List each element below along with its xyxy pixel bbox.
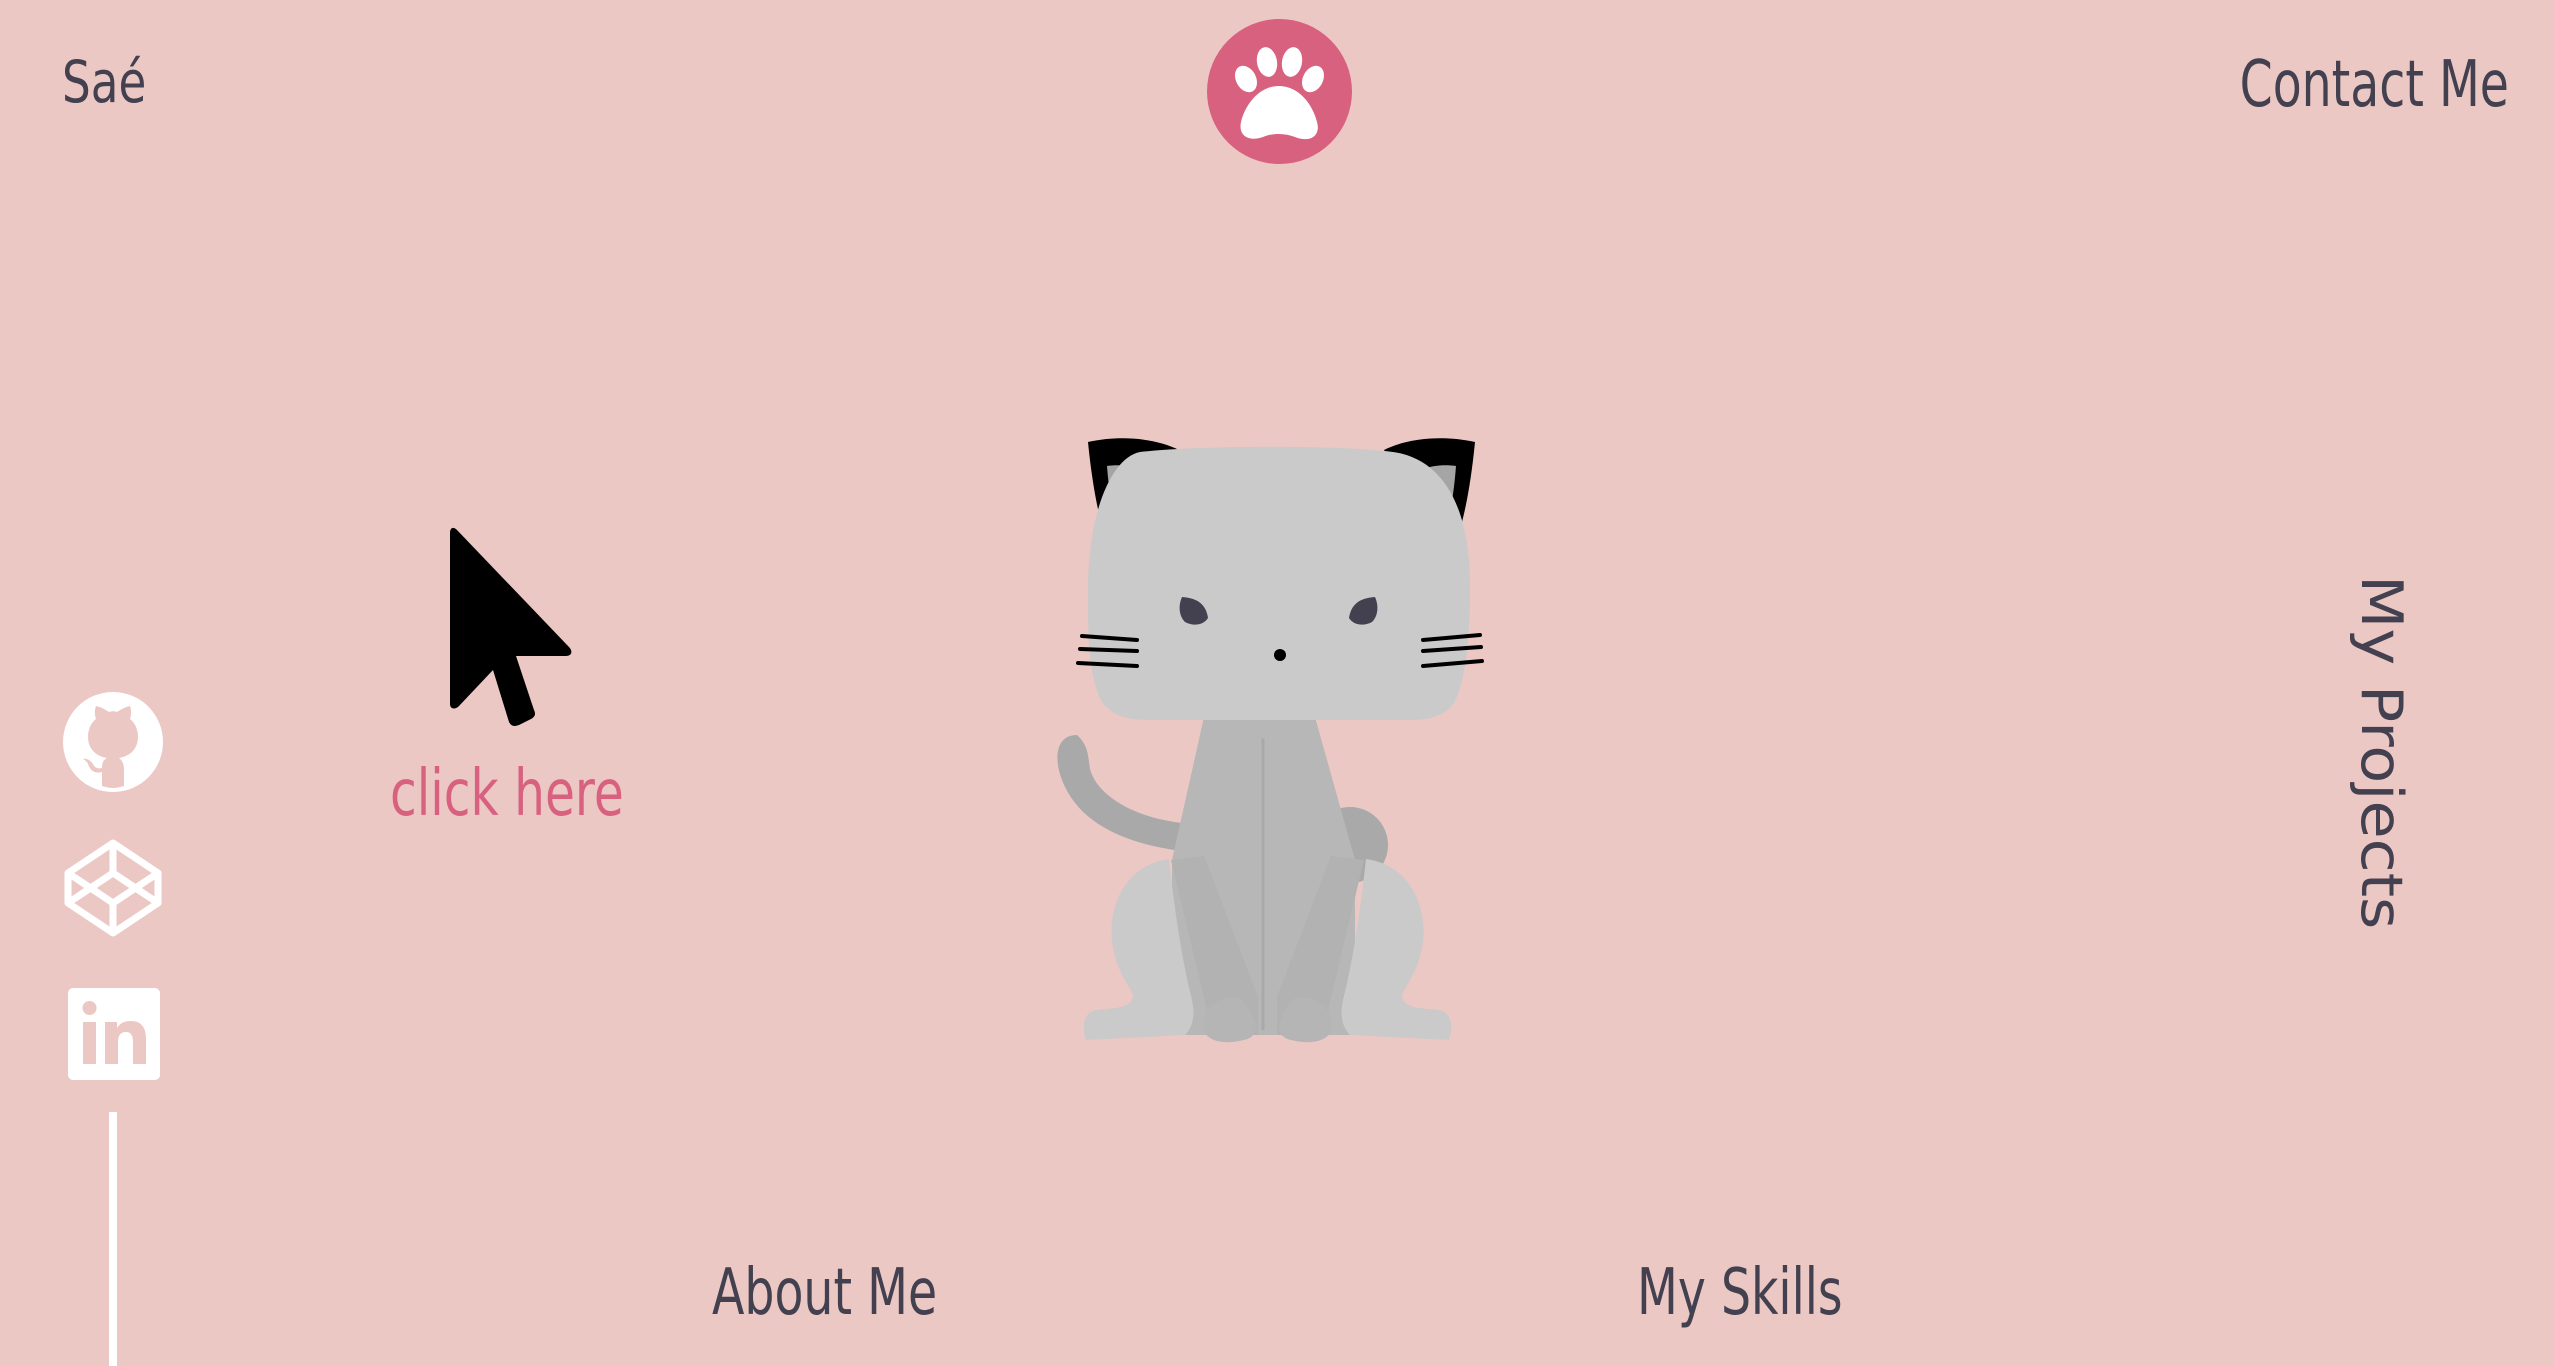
skills-link[interactable]: My Skills [1637, 1256, 1843, 1330]
projects-link[interactable]: My Projects [2348, 575, 2415, 929]
site-logo-name[interactable]: Saé [62, 48, 146, 116]
paw-menu-button[interactable] [1207, 19, 1352, 164]
contact-link[interactable]: Contact Me [2240, 48, 2509, 122]
portfolio-home: Saé Contact Me My Projects click here Ab… [0, 0, 2554, 1366]
linkedin-icon[interactable] [68, 988, 160, 1080]
click-here-label[interactable]: click here [390, 757, 624, 831]
paw-icon [1234, 47, 1325, 140]
codepen-icon[interactable] [63, 838, 163, 938]
about-link[interactable]: About Me [712, 1256, 937, 1330]
mouse-pointer-icon [450, 527, 572, 726]
cat-illustration [1057, 438, 1484, 1043]
github-icon[interactable] [63, 692, 163, 792]
social-divider-line [109, 1112, 117, 1366]
